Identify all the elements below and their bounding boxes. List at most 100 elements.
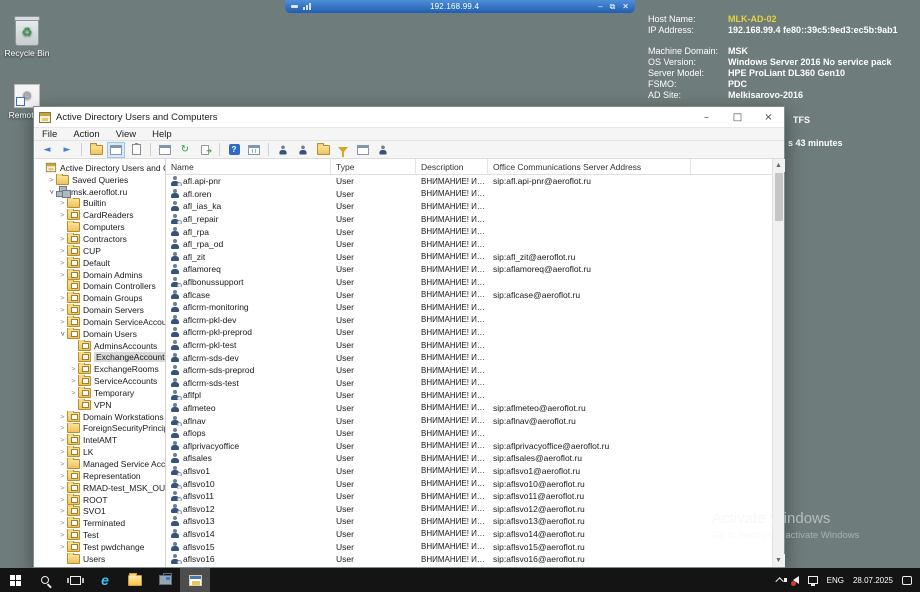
chevron-right-icon[interactable]: > xyxy=(58,448,67,456)
table-row[interactable]: afl_rpa_odUserВНИМАНИЕ! Использу... xyxy=(166,238,772,251)
chevron-right-icon[interactable]: > xyxy=(58,543,67,551)
table-row[interactable]: aflnavUserВНИМАНИЕ! Использу...sip:aflna… xyxy=(166,414,772,427)
table-row[interactable]: aflcrm-sds-devUserВНИМАНИЕ! Использу... xyxy=(166,351,772,364)
rdp-close-icon[interactable]: ✕ xyxy=(622,2,629,12)
chevron-right-icon[interactable]: > xyxy=(69,365,78,373)
tree-item-test[interactable]: >Test xyxy=(34,529,165,541)
forward-icon[interactable]: ► xyxy=(58,142,76,158)
tree-item-managed-service-accou[interactable]: >Managed Service Accou xyxy=(34,458,165,470)
chevron-right-icon[interactable]: > xyxy=(69,377,78,385)
table-row[interactable]: aflamoreqUserВНИМАНИЕ! Использу...sip:af… xyxy=(166,263,772,276)
table-row[interactable]: aflsvo13UserВНИМАНИЕ! Использу...sip:afl… xyxy=(166,515,772,528)
table-row[interactable]: afl_zitUserВНИМАНИЕ! Использу...sip:afl_… xyxy=(166,251,772,264)
table-row[interactable]: aflsvo14UserВНИМАНИЕ! Использу...sip:afl… xyxy=(166,528,772,541)
chevron-right-icon[interactable]: > xyxy=(47,176,56,184)
tree-item-lk[interactable]: >LK xyxy=(34,446,165,458)
table-row[interactable]: afl_rpaUserВНИМАНИЕ! Использу... xyxy=(166,225,772,238)
tree-item-root[interactable]: >ROOT xyxy=(34,494,165,506)
column-header-name[interactable]: Name xyxy=(166,159,331,174)
tree-item-builtin[interactable]: >Builtin xyxy=(34,198,165,210)
tree-item-domain-groups[interactable]: >Domain Groups xyxy=(34,292,165,304)
clock-date[interactable]: 28.07.2025 xyxy=(853,576,893,585)
table-row[interactable]: aflsvo11UserВНИМАНИЕ! Использу...sip:afl… xyxy=(166,490,772,503)
add-group-icon[interactable] xyxy=(294,142,312,158)
chevron-right-icon[interactable]: > xyxy=(58,306,67,314)
table-row[interactable]: aflbonussupportUserВНИМАНИЕ! Использу... xyxy=(166,276,772,289)
tree-item-contractors[interactable]: >Contractors xyxy=(34,233,165,245)
tree-item-cardreaders[interactable]: >CardReaders xyxy=(34,209,165,221)
tree-item-vpn[interactable]: VPN xyxy=(34,399,165,411)
properties-icon[interactable] xyxy=(127,142,145,158)
tree-item-domain-workstations[interactable]: >Domain Workstations xyxy=(34,411,165,423)
table-row[interactable]: aflsalesUserВНИМАНИЕ! Использу...sip:afl… xyxy=(166,452,772,465)
menu-action[interactable]: Action xyxy=(65,128,107,140)
tree-item-users[interactable]: Users xyxy=(34,553,165,565)
table-row[interactable]: aflcaseUserВНИМАНИЕ! Использу...sip:aflc… xyxy=(166,288,772,301)
help-icon[interactable]: ? xyxy=(225,142,243,158)
chevron-right-icon[interactable]: > xyxy=(58,318,67,326)
tree-item-test-pwdchange[interactable]: >Test pwdchange xyxy=(34,541,165,553)
tree-item-msk-aeroflot-ru[interactable]: >msk.aeroflot.ru xyxy=(34,186,165,198)
tree-item-domain-users[interactable]: >Domain Users xyxy=(34,328,165,340)
tree-item-representation[interactable]: >Representation xyxy=(34,470,165,482)
table-row[interactable]: aflcrm-pkl-devUserВНИМАНИЕ! Использу... xyxy=(166,314,772,327)
chevron-down-icon[interactable]: > xyxy=(48,187,56,196)
network-icon[interactable] xyxy=(808,576,818,584)
tree-item-computers[interactable]: Computers xyxy=(34,221,165,233)
chevron-right-icon[interactable]: > xyxy=(58,496,67,504)
close-button[interactable]: × xyxy=(753,107,784,127)
table-row[interactable]: aflsvo1UserВНИМАНИЕ! Использу...sip:afls… xyxy=(166,465,772,478)
table-row[interactable]: aflcrm-pkl-preprodUserВНИМАНИЕ! Использу… xyxy=(166,326,772,339)
ie-icon[interactable]: e xyxy=(90,568,120,592)
save-query-icon[interactable] xyxy=(354,142,372,158)
show-console-tree-icon[interactable] xyxy=(107,142,125,158)
chevron-right-icon[interactable]: > xyxy=(58,413,67,421)
file-explorer-icon[interactable] xyxy=(120,568,150,592)
aduc-taskbar-icon[interactable] xyxy=(180,568,210,592)
table-row[interactable]: aflcrm-sds-preprodUserВНИМАНИЕ! Использу… xyxy=(166,364,772,377)
table-row[interactable]: aflprivacyofficeUserВНИМАНИЕ! Использу..… xyxy=(166,439,772,452)
chevron-right-icon[interactable]: > xyxy=(58,259,67,267)
find-user-icon[interactable] xyxy=(374,142,392,158)
language-indicator[interactable]: ENG xyxy=(827,576,844,585)
chevron-right-icon[interactable]: > xyxy=(58,199,67,207)
chevron-right-icon[interactable]: > xyxy=(69,389,78,397)
search-icon[interactable] xyxy=(30,568,60,592)
table-row[interactable]: aflsvo16UserВНИМАНИЕ! Использу...sip:afl… xyxy=(166,553,772,566)
tree-item-terminated[interactable]: >Terminated xyxy=(34,517,165,529)
table-row[interactable]: afl.orenUserВНИМАНИЕ! Использу... xyxy=(166,188,772,201)
table-row[interactable]: aflcrm-sds-testUserВНИМАНИЕ! Использу... xyxy=(166,377,772,390)
back-icon[interactable]: ◄ xyxy=(38,142,56,158)
minimize-button[interactable]: – xyxy=(691,107,722,127)
tree-item-cup[interactable]: >CUP xyxy=(34,245,165,257)
tree-item-domain-admins[interactable]: >Domain Admins xyxy=(34,269,165,281)
up-one-level-icon[interactable] xyxy=(87,142,105,158)
chevron-right-icon[interactable]: > xyxy=(58,424,67,432)
tree-item-serviceaccounts[interactable]: >ServiceAccounts xyxy=(34,375,165,387)
chevron-right-icon[interactable]: > xyxy=(58,235,67,243)
export-list-icon[interactable]: ➔ xyxy=(196,142,214,158)
table-row[interactable]: aflsvo12UserВНИМАНИЕ! Использу...sip:afl… xyxy=(166,502,772,515)
chevron-right-icon[interactable]: > xyxy=(58,507,67,515)
refresh-icon[interactable]: ↻ xyxy=(176,142,194,158)
tree-item-adminsaccounts[interactable]: AdminsAccounts xyxy=(34,340,165,352)
tree-item-domain-serviceaccounts[interactable]: >Domain ServiceAccounts xyxy=(34,316,165,328)
scroll-up-icon[interactable]: ▲ xyxy=(773,159,785,172)
table-row[interactable]: aflfplUserВНИМАНИЕ! Использу... xyxy=(166,389,772,402)
column-header-description[interactable]: Description xyxy=(416,159,488,174)
tree-item-exchangeaccounts[interactable]: ExchangeAccounts xyxy=(34,352,165,364)
chevron-right-icon[interactable]: > xyxy=(58,531,67,539)
column-options-icon[interactable] xyxy=(245,142,263,158)
table-row[interactable]: afl_repairUserВНИМАНИЕ! Использу... xyxy=(166,213,772,226)
table-row[interactable]: aflsvo10UserВНИМАНИЕ! Использу...sip:afl… xyxy=(166,477,772,490)
chevron-right-icon[interactable]: > xyxy=(58,460,67,468)
start-button[interactable] xyxy=(0,568,30,592)
add-user-icon[interactable] xyxy=(274,142,292,158)
table-row[interactable]: aflopsUserВНИМАНИЕ! Использу... xyxy=(166,427,772,440)
chevron-right-icon[interactable]: > xyxy=(58,271,67,279)
tree-item-active-directory-users-and-com[interactable]: Active Directory Users and Com xyxy=(34,162,165,174)
chevron-right-icon[interactable]: > xyxy=(58,472,67,480)
tree-item-foreignsecurityprincipals[interactable]: >ForeignSecurityPrincipals xyxy=(34,423,165,435)
vertical-scrollbar[interactable]: ▲ ▼ xyxy=(772,159,784,567)
tree-item-rmad-test-msk-ou[interactable]: >RMAD-test_MSK_OU xyxy=(34,482,165,494)
